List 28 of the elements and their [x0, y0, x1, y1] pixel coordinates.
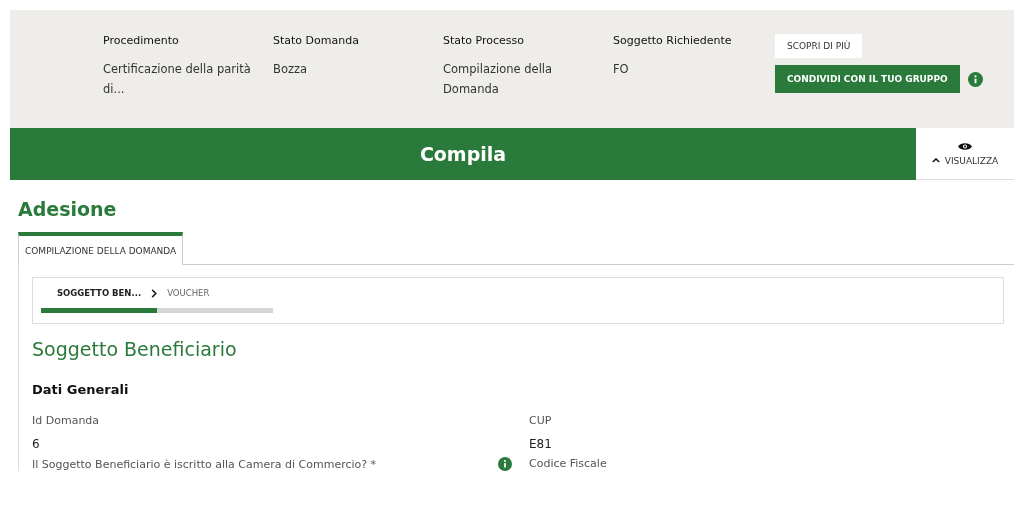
step-link[interactable]: SOGGETTO BEN... [57, 288, 142, 298]
summary-value: FO [613, 61, 630, 78]
summary-label: Procedimento [103, 34, 180, 47]
chevron-icon [151, 288, 158, 298]
share-button[interactable]: CONDIVIDI CON IL TUO GRUPPO [775, 65, 960, 93]
summary-value: Compilazione della Domanda [443, 61, 554, 98]
info-icon[interactable] [498, 457, 512, 471]
summary-value: Bozza [273, 61, 309, 78]
field-label: CUP [529, 414, 552, 427]
field-label: Codice Fiscale [529, 457, 607, 470]
field-value: 6 [32, 437, 41, 451]
summary-value: Certificazione della parità di... [103, 61, 252, 98]
caret-icon [931, 158, 940, 163]
field-value: E81 [529, 437, 553, 451]
eye-icon [958, 141, 972, 151]
page-title: Adesione [18, 198, 118, 220]
summary-label: Soggetto Richiedente [613, 34, 733, 47]
step-link[interactable]: VOUCHER [167, 288, 210, 298]
tab[interactable]: COMPILAZIONE DELLA DOMANDA [18, 232, 184, 265]
learn-more-button[interactable]: SCOPRI DI PIÙ [775, 34, 863, 58]
field-label: Id Domanda [32, 414, 100, 427]
field-label: Il Soggetto Beneficiario è iscritto alla Camera di Commercio? * [32, 457, 377, 471]
info-icon[interactable] [967, 71, 983, 87]
section-title: Soggetto Beneficiario [32, 338, 238, 360]
subsection-title: Dati Generali [32, 382, 130, 397]
banner-title: Compila [419, 143, 507, 165]
summary-label: Stato Processo [443, 34, 526, 47]
summary-label: Stato Domanda [273, 34, 360, 47]
